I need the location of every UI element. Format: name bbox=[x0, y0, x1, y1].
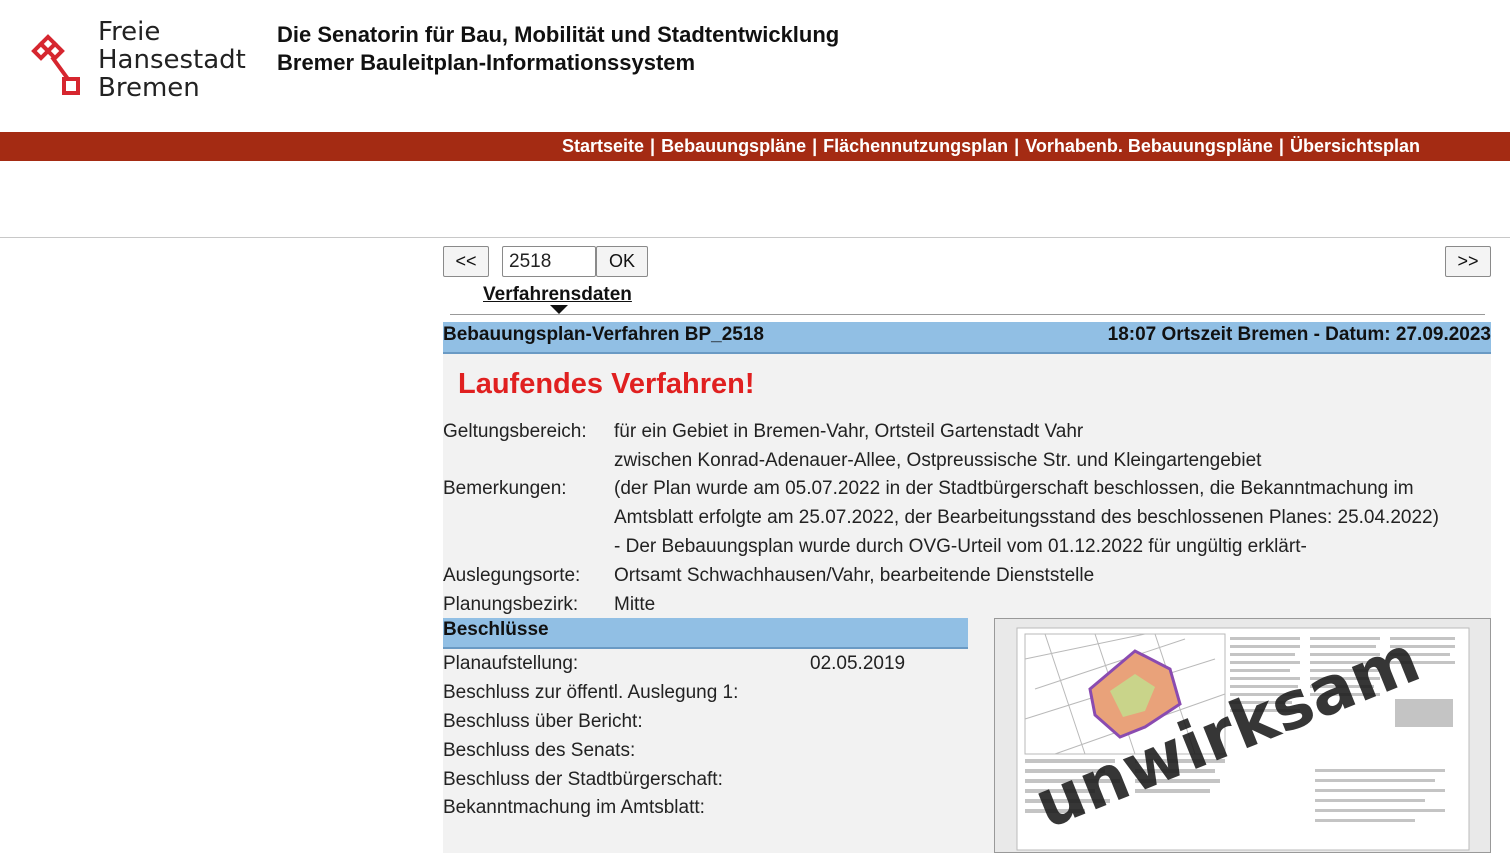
bemerkungen-value-2: Amtsblatt erfolgte am 25.07.2022, der Be… bbox=[614, 507, 1439, 528]
nav-link-uebersichtsplan[interactable]: Übersichtsplan bbox=[1290, 136, 1420, 156]
main-nav-bar: Startseite | Bebauungspläne | Flächennutzung… bbox=[0, 132, 1510, 161]
nav-link-startseite[interactable]: Startseite bbox=[562, 136, 644, 156]
nav-link-bebauungsplaene[interactable]: Bebauungspläne bbox=[661, 136, 806, 156]
nav-separator: | bbox=[1014, 136, 1020, 156]
plan-thumbnail-image: unwirksam bbox=[1016, 620, 1470, 851]
beschluss-row-label: Bekanntmachung im Amtsblatt: bbox=[443, 797, 705, 818]
datetime-text: 18:07 Ortszeit Bremen - Datum: 27.09.202… bbox=[1107, 324, 1491, 345]
previous-plan-button[interactable]: << bbox=[443, 246, 489, 277]
plan-thumbnail[interactable]: unwirksam bbox=[994, 618, 1491, 853]
nav-separator: | bbox=[1278, 136, 1284, 156]
planungsbezirk-label: Planungsbezirk: bbox=[443, 594, 579, 615]
beschluss-row-label: Beschluss des Senats: bbox=[443, 740, 636, 761]
geltungsbereich-value-2: zwischen Konrad-Adenauer-Allee, Ostpreus… bbox=[614, 450, 1262, 471]
header-title: Die Senatorin für Bau, Mobilität und Sta… bbox=[277, 22, 840, 47]
beschluss-row-label: Beschluss über Bericht: bbox=[443, 711, 643, 732]
logo-text-line-2: Hansestadt bbox=[98, 45, 246, 75]
section-title: Bebauungsplan-Verfahren BP_2518 bbox=[443, 324, 764, 345]
header-subtitle: Bremer Bauleitplan-Informationssystem bbox=[277, 50, 696, 75]
nav-link-flaechennutzungsplan[interactable]: Flächennutzungsplan bbox=[823, 136, 1008, 156]
beschluesse-title: Beschlüsse bbox=[443, 619, 549, 640]
divider bbox=[0, 237, 1510, 238]
tab-underline bbox=[450, 314, 1485, 315]
logo-text-line-3: Bremen bbox=[98, 73, 200, 103]
geltungsbereich-value-1: für ein Gebiet in Bremen-Vahr, Ortsteil … bbox=[614, 421, 1084, 442]
auslegungsorte-label: Auslegungsorte: bbox=[443, 565, 581, 586]
tab-verfahrensdaten[interactable]: Verfahrensdaten bbox=[483, 284, 632, 306]
bemerkungen-value-3: - Der Bebauungsplan wurde durch OVG-Urte… bbox=[614, 536, 1307, 557]
beschluss-row-label: Beschluss zur öffentl. Auslegung 1: bbox=[443, 682, 739, 703]
beschluss-row-label: Beschluss der Stadtbürgerschaft: bbox=[443, 769, 723, 790]
nav-link-vorhabenbezogene-plaene[interactable]: Vorhabenb. Bebauungspläne bbox=[1025, 136, 1273, 156]
planungsbezirk-value: Mitte bbox=[614, 594, 656, 615]
bemerkungen-value-1: (der Plan wurde am 05.07.2022 in der Sta… bbox=[614, 478, 1414, 499]
next-plan-button[interactable]: >> bbox=[1445, 246, 1491, 277]
plan-number-input[interactable] bbox=[502, 246, 596, 277]
nav-separator: | bbox=[650, 136, 656, 156]
logo-text-line-1: Freie bbox=[98, 17, 161, 47]
beschluss-row-label: Planaufstellung: bbox=[443, 653, 579, 674]
bremen-key-logo-icon bbox=[31, 34, 80, 95]
nav-separator: | bbox=[812, 136, 818, 156]
status-heading: Laufendes Verfahren! bbox=[458, 368, 755, 400]
nav-links: Startseite | Bebauungspläne | Flächennutzung… bbox=[562, 132, 1420, 161]
auslegungsorte-value: Ortsamt Schwachhausen/Vahr, bearbeitende… bbox=[614, 565, 1095, 586]
beschluss-row-value: 02.05.2019 bbox=[810, 653, 906, 674]
tab-active-arrow-icon bbox=[550, 305, 568, 314]
bemerkungen-label: Bemerkungen: bbox=[443, 478, 567, 499]
geltungsbereich-label: Geltungsbereich: bbox=[443, 421, 587, 442]
ok-button[interactable]: OK bbox=[596, 246, 648, 277]
